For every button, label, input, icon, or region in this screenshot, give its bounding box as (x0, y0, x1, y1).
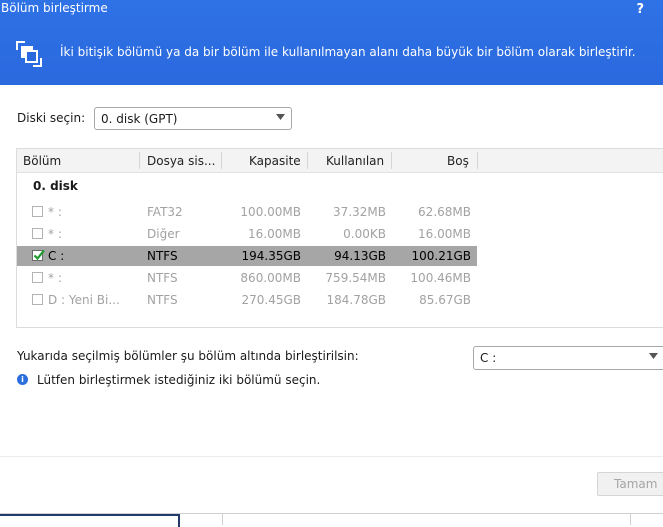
dropdown-arrow-icon (649, 353, 658, 359)
row-partition: * : (48, 205, 62, 219)
row-capacity: 860.00MB (240, 271, 301, 285)
taskbar-separator (222, 514, 223, 525)
row-checkbox[interactable] (32, 228, 43, 239)
table-row[interactable]: * : NTFS 860.00MB 759.54MB 100.46MB (17, 268, 477, 288)
table-row[interactable]: * : Diğer 16.00MB 0.00KB 16.00MB (17, 224, 477, 244)
row-capacity: 270.45GB (241, 293, 301, 307)
row-filesystem: FAT32 (147, 205, 183, 219)
row-free: 62.68MB (418, 205, 471, 219)
row-used: 184.78GB (326, 293, 386, 307)
taskbar-item-active[interactable] (0, 514, 180, 527)
column-header-used[interactable]: Kullanılan (326, 154, 384, 168)
row-checkbox-checked[interactable] (32, 249, 45, 261)
merge-target-dropdown[interactable]: C : (473, 346, 663, 370)
disk-select-label: Diski seçin: (17, 111, 86, 125)
row-capacity: 194.35GB (241, 249, 301, 263)
ok-button[interactable]: Tamam (597, 472, 663, 496)
row-used: 37.32MB (333, 205, 386, 219)
help-button[interactable]: ? (636, 2, 644, 17)
row-used: 759.54MB (325, 271, 386, 285)
row-partition: * : (48, 271, 62, 285)
merge-target-label: Yukarıda seçilmiş bölümler şu bölüm altı… (17, 349, 359, 363)
row-partition: C : (48, 249, 65, 263)
row-capacity: 100.00MB (240, 205, 301, 219)
table-row[interactable]: D : Yeni Bi... NTFS 270.45GB 184.78GB 85… (17, 290, 477, 310)
column-header-filesystem[interactable]: Dosya sis... (147, 154, 215, 168)
dropdown-arrow-icon (276, 114, 285, 120)
row-filesystem: NTFS (147, 249, 178, 263)
info-icon: i (17, 374, 28, 385)
partition-table: Bölüm Dosya sis... Kapasite Kullanılan B… (16, 148, 663, 328)
table-row-selected[interactable]: C : NTFS 194.35GB 94.13GB 100.21GB (17, 246, 477, 266)
row-used: 0.00KB (343, 227, 386, 241)
info-message: Lütfen birleştirmek istediğiniz iki bölü… (37, 373, 321, 387)
disk-select-value: 0. disk (GPT) (101, 112, 178, 126)
row-filesystem: NTFS (147, 293, 178, 307)
column-header-partition[interactable]: Bölüm (23, 154, 61, 168)
row-checkbox[interactable] (32, 206, 43, 217)
row-used: 94.13GB (334, 249, 386, 263)
taskbar-strip (0, 513, 663, 527)
dialog-header: Bölüm birleştirme ? İki bitişik bölümü y… (0, 0, 663, 85)
window-title: Bölüm birleştirme (1, 1, 108, 15)
footer-divider (0, 456, 663, 457)
row-filesystem: Diğer (147, 227, 180, 241)
row-free: 16.00MB (418, 227, 471, 241)
table-header: Bölüm Dosya sis... Kapasite Kullanılan B… (17, 149, 663, 173)
row-free: 100.21GB (411, 249, 471, 263)
header-description: İki bitişik bölümü ya da bir bölüm ile k… (60, 45, 636, 59)
row-free: 85.67GB (419, 293, 471, 307)
table-row[interactable]: * : FAT32 100.00MB 37.32MB 62.68MB (17, 202, 477, 222)
row-checkbox[interactable] (32, 294, 43, 305)
row-checkbox[interactable] (32, 272, 43, 283)
merge-partition-icon (16, 41, 42, 67)
taskbar-separator (630, 514, 631, 525)
row-free: 100.46MB (410, 271, 471, 285)
checkmark-icon (33, 249, 45, 261)
row-partition: D : Yeni Bi... (48, 293, 120, 307)
disk-group-label: 0. disk (33, 179, 78, 193)
ok-button-label: Tamam (614, 477, 658, 491)
row-partition: * : (48, 227, 62, 241)
row-capacity: 16.00MB (248, 227, 301, 241)
row-filesystem: NTFS (147, 271, 178, 285)
column-header-capacity[interactable]: Kapasite (249, 154, 301, 168)
disk-select-dropdown[interactable]: 0. disk (GPT) (94, 107, 292, 130)
merge-target-value: C : (480, 351, 497, 365)
column-header-free[interactable]: Boş (447, 154, 469, 168)
